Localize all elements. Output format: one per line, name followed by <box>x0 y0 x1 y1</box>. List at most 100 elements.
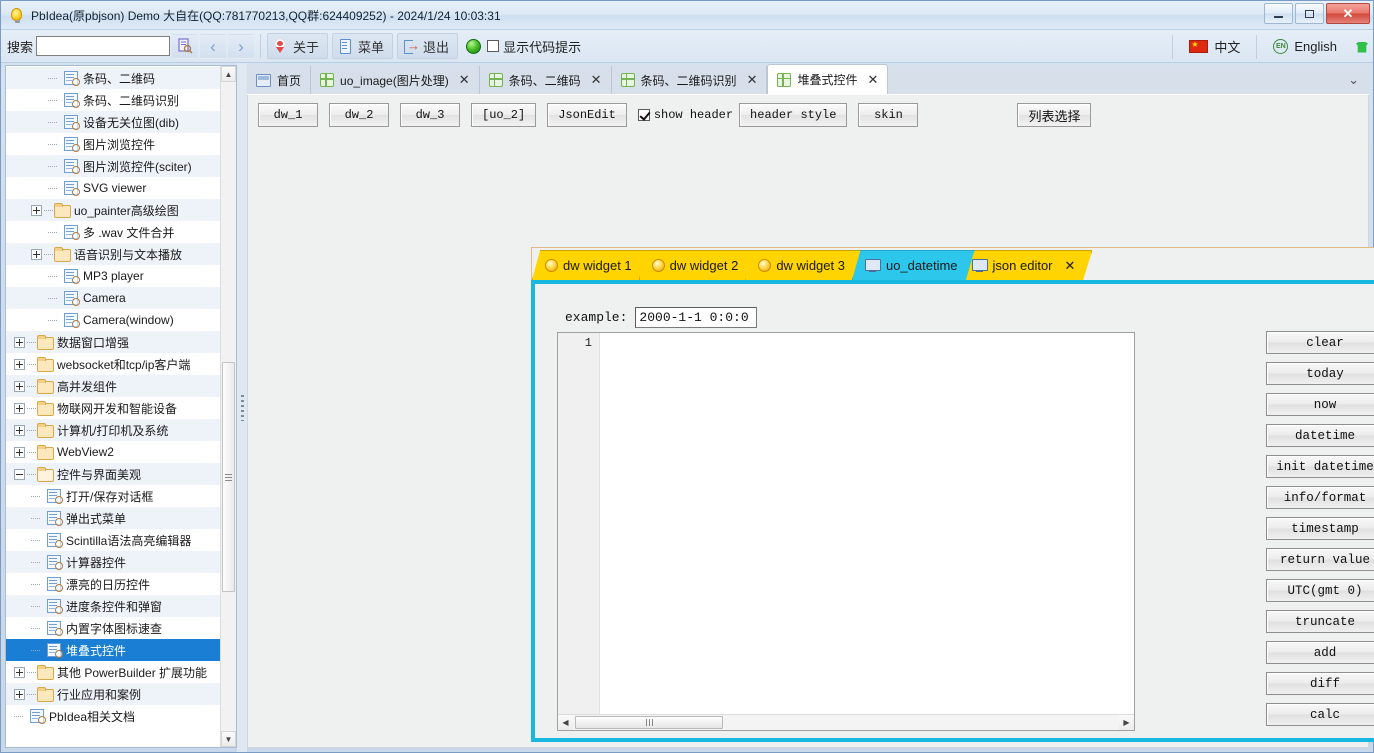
expand-icon[interactable] <box>14 666 25 678</box>
tree-item[interactable]: 多 .wav 文件合并 <box>6 221 220 243</box>
document-tab[interactable]: 首页 <box>247 66 312 94</box>
tree-item[interactable]: 漂亮的日历控件 <box>6 573 220 595</box>
datetime-button-today[interactable]: today <box>1266 362 1374 385</box>
tree-item[interactable]: SVG viewer <box>6 177 220 199</box>
tree-item[interactable]: Camera <box>6 287 220 309</box>
datetime-button-diff[interactable]: diff <box>1266 672 1374 695</box>
code-editor[interactable]: 1 ◀ ▶ <box>557 332 1135 731</box>
tree-item[interactable]: 其他 PowerBuilder 扩展功能 <box>6 661 220 683</box>
tree-item[interactable]: Camera(window) <box>6 309 220 331</box>
search-input[interactable] <box>36 36 171 56</box>
tree-item[interactable]: 打开/保存对话框 <box>6 485 220 507</box>
header-style-button[interactable]: header style <box>739 103 848 127</box>
datetime-button-calc[interactable]: calc <box>1266 703 1374 726</box>
tree-item[interactable]: 行业应用和案例 <box>6 683 220 705</box>
tree-item[interactable]: 控件与界面美观 <box>6 463 220 485</box>
tree-item[interactable]: 计算机/打印机及系统 <box>6 419 220 441</box>
tree-item[interactable]: Scintilla语法高亮编辑器 <box>6 529 220 551</box>
document-tab[interactable]: 堆叠式控件 ✕ <box>767 64 889 94</box>
dw-button-jsonedit[interactable]: JsonEdit <box>547 103 627 127</box>
tree-item[interactable]: 进度条控件和弹窗 <box>6 595 220 617</box>
expand-icon[interactable] <box>14 446 25 458</box>
tree-vertical-scrollbar[interactable]: ▲ ▼ <box>220 66 236 747</box>
tree-item[interactable]: PbIdea相关文档 <box>6 705 220 727</box>
scroll-left-arrow-icon[interactable]: ◀ <box>558 715 573 730</box>
datetime-button-info-format[interactable]: info/format <box>1266 486 1374 509</box>
tree-item[interactable]: 图片浏览控件 <box>6 133 220 155</box>
inner-tab[interactable]: dw widget 2 <box>638 250 756 280</box>
dw-button-dw_3[interactable]: dw_3 <box>400 103 460 127</box>
datetime-button-datetime[interactable]: datetime <box>1266 424 1374 447</box>
datetime-button-init-datetime[interactable]: init datetime <box>1266 455 1374 478</box>
tree-item[interactable]: 内置字体图标速查 <box>6 617 220 639</box>
expand-icon[interactable] <box>31 248 42 260</box>
close-icon[interactable]: ✕ <box>591 72 602 88</box>
close-icon[interactable]: ✕ <box>867 72 878 88</box>
menu-button[interactable]: 菜单 <box>332 33 394 59</box>
editor-text-area[interactable] <box>600 333 1134 714</box>
tree-item[interactable]: 高并发组件 <box>6 375 220 397</box>
close-icon[interactable]: ✕ <box>459 72 470 88</box>
lang-english-button[interactable]: EN English <box>1263 33 1347 60</box>
collapse-icon[interactable] <box>14 468 25 480</box>
close-button[interactable]: ✕ <box>1326 3 1370 24</box>
skin-button[interactable]: skin <box>858 103 919 127</box>
minimize-button[interactable] <box>1264 3 1293 24</box>
expand-icon[interactable] <box>14 358 25 370</box>
datetime-button-add[interactable]: add <box>1266 641 1374 664</box>
expand-icon[interactable] <box>31 204 42 216</box>
datetime-button-clear[interactable]: clear <box>1266 331 1374 354</box>
lang-chinese-button[interactable]: 中文 <box>1179 33 1250 60</box>
scroll-up-arrow-icon[interactable]: ▲ <box>221 66 236 82</box>
next-button[interactable]: › <box>228 33 255 59</box>
show-header-checkbox[interactable]: show header <box>637 108 733 122</box>
panel-splitter[interactable] <box>237 63 247 752</box>
tree-item[interactable]: 条码、二维码 <box>6 67 220 89</box>
expand-icon[interactable] <box>14 688 25 700</box>
scroll-right-arrow-icon[interactable]: ▶ <box>1119 715 1134 730</box>
close-icon[interactable]: ✕ <box>1065 258 1076 274</box>
tree-item[interactable]: 设备无关位图(dib) <box>6 111 220 133</box>
navigation-tree[interactable]: 条码、二维码 条码、二维码识别 设备无关位图(dib) 图片浏览控件 图片浏览控件(sc… <box>6 66 220 747</box>
code-hint-checkbox[interactable]: 显示代码提示 <box>487 37 581 56</box>
tree-item[interactable]: 语音识别与文本播放 <box>6 243 220 265</box>
datetime-button-truncate[interactable]: truncate <box>1266 610 1374 633</box>
about-button[interactable]: 关于 <box>267 33 329 59</box>
tree-item[interactable]: 弹出式菜单 <box>6 507 220 529</box>
find-button[interactable] <box>172 33 199 59</box>
tree-item[interactable]: MP3 player <box>6 265 220 287</box>
inner-tab[interactable]: dw widget 1 <box>532 250 649 280</box>
dw-button-uo_2[interactable]: [uo_2] <box>471 103 537 127</box>
document-tab[interactable]: 条码、二维码识别 ✕ <box>612 66 768 94</box>
editor-horizontal-scrollbar[interactable]: ◀ ▶ <box>558 714 1134 730</box>
dw-button-dw_2[interactable]: dw_2 <box>329 103 389 127</box>
document-tab[interactable]: 条码、二维码 ✕ <box>480 66 612 94</box>
expand-icon[interactable] <box>14 424 25 436</box>
expand-icon[interactable] <box>14 336 25 348</box>
prev-button[interactable]: ‹ <box>200 33 227 59</box>
inner-tab[interactable]: json editor ✕ <box>958 250 1093 280</box>
expand-icon[interactable] <box>14 380 25 392</box>
inner-tab[interactable]: dw widget 3 <box>745 250 862 280</box>
datetime-button-return-value[interactable]: return value <box>1266 548 1374 571</box>
tree-item[interactable]: WebView2 <box>6 441 220 463</box>
dw-button-dw_1[interactable]: dw_1 <box>258 103 318 127</box>
tshirt-icon[interactable] <box>1355 40 1369 54</box>
tree-item[interactable]: 堆叠式控件 <box>6 639 220 661</box>
datetime-button-utc-gmt-0-[interactable]: UTC(gmt 0) <box>1266 579 1374 602</box>
tree-item[interactable]: 物联网开发和智能设备 <box>6 397 220 419</box>
tree-scrollbar-thumb[interactable] <box>222 362 235 592</box>
inner-tab[interactable]: uo_datetime <box>851 250 975 280</box>
chevron-down-icon[interactable]: ⌄ <box>1348 72 1359 88</box>
scroll-down-arrow-icon[interactable]: ▼ <box>221 731 236 747</box>
tree-item[interactable]: 数据窗口增强 <box>6 331 220 353</box>
editor-scrollbar-thumb[interactable] <box>575 716 723 729</box>
tree-item[interactable]: uo_painter高级绘图 <box>6 199 220 221</box>
tree-item[interactable]: 图片浏览控件(sciter) <box>6 155 220 177</box>
document-tab[interactable]: uo_image(图片处理) ✕ <box>311 66 480 94</box>
datetime-button-now[interactable]: now <box>1266 393 1374 416</box>
exit-button[interactable]: 退出 <box>397 33 459 59</box>
close-icon[interactable]: ✕ <box>747 72 758 88</box>
tree-item[interactable]: 条码、二维码识别 <box>6 89 220 111</box>
maximize-button[interactable] <box>1295 3 1324 24</box>
